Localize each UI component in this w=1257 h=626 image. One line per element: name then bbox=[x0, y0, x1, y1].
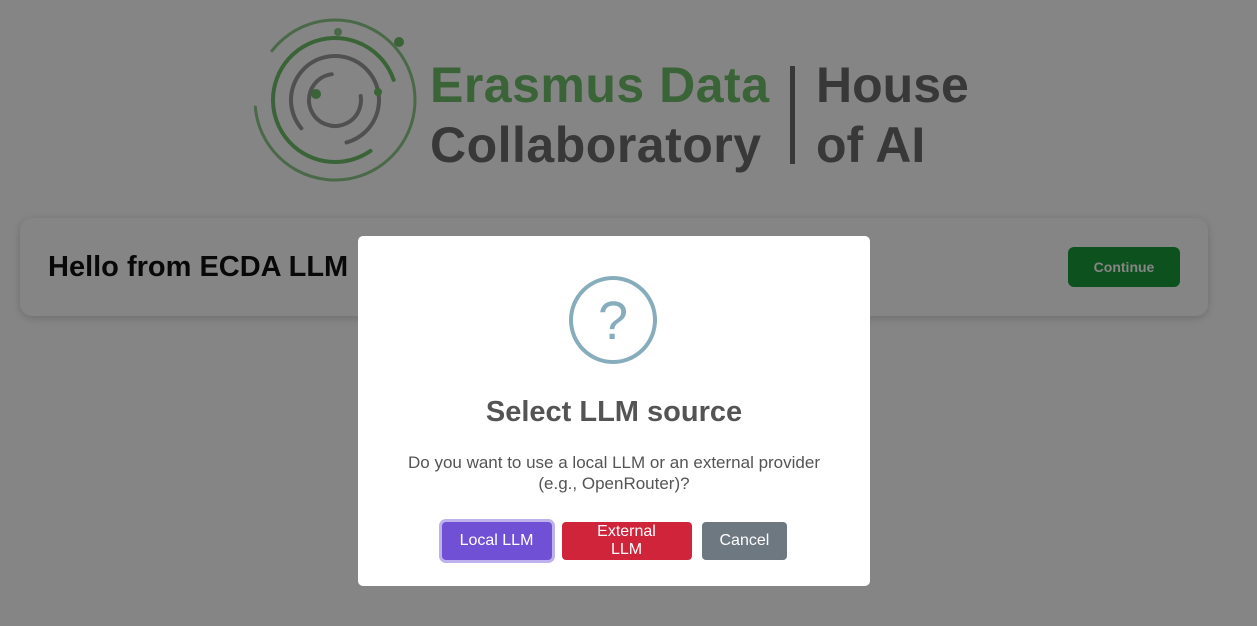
question-icon: ? bbox=[569, 276, 657, 364]
dialog-message: Do you want to use a local LLM or an ext… bbox=[407, 453, 820, 493]
cancel-button[interactable]: Cancel bbox=[701, 522, 787, 560]
question-icon-glyph: ? bbox=[598, 291, 628, 351]
dialog-actions: Local LLM External LLM Cancel bbox=[358, 522, 870, 560]
external-llm-button[interactable]: External LLM bbox=[561, 522, 692, 560]
local-llm-button[interactable]: Local LLM bbox=[441, 522, 552, 560]
page: Erasmus Data Collaboratory House of AI H… bbox=[0, 0, 1257, 626]
llm-source-dialog: ? Select LLM source Do you want to use a… bbox=[358, 236, 870, 586]
dialog-title: Select LLM source bbox=[485, 396, 743, 428]
